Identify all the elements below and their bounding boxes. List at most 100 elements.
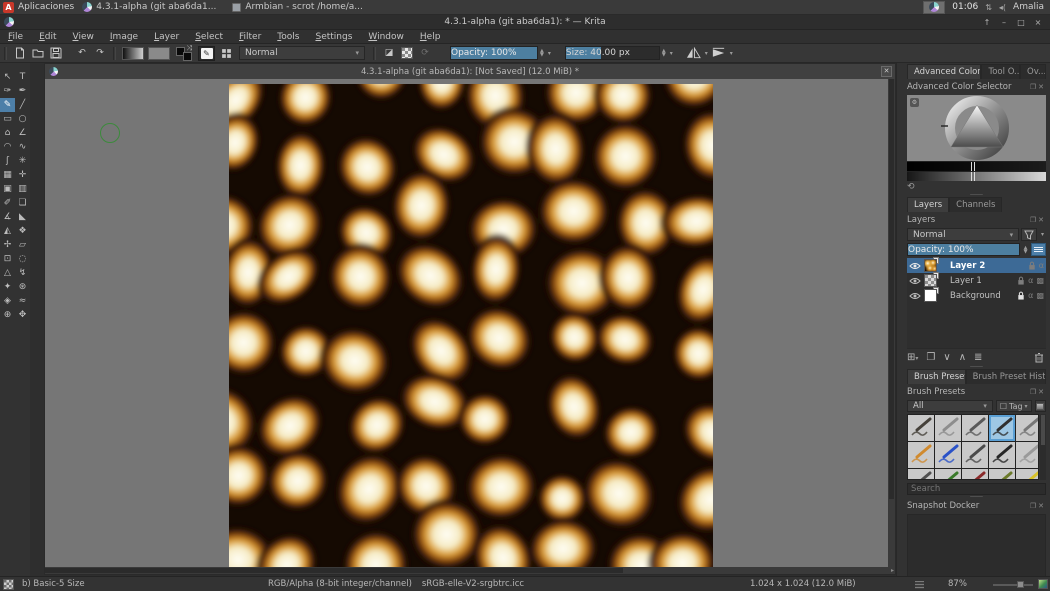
edit-brush-settings-button[interactable]: ✎ <box>198 46 215 61</box>
tool-polygon[interactable]: ⌂ <box>0 126 15 140</box>
toolbar-grip[interactable] <box>373 47 376 60</box>
tool-polygon-select[interactable]: △ <box>0 266 15 280</box>
tool-enclose-fill[interactable]: ◭ <box>0 224 15 238</box>
tool-transform[interactable]: ▦ <box>0 168 15 182</box>
tool-measure[interactable]: ∡ <box>0 210 15 224</box>
menu-item-layer[interactable]: Layer <box>146 30 187 44</box>
brush-preset-thumbnail[interactable] <box>989 469 1015 480</box>
user-name[interactable]: Amalia <box>1013 2 1044 12</box>
brush-preset-thumbnail[interactable] <box>962 442 988 468</box>
tool-ellipse-select[interactable]: ◌ <box>15 252 30 266</box>
tab-layers[interactable]: Layers <box>907 197 949 212</box>
alpha-lock-icon[interactable]: α <box>1039 261 1044 270</box>
hscroll-handle[interactable] <box>45 568 623 573</box>
statusbar-corner-icon[interactable] <box>1038 579 1048 589</box>
canvas-image[interactable] <box>229 84 713 567</box>
float-docker-icon[interactable]: ❐ <box>1030 502 1038 510</box>
layer-opacity-slider[interactable]: Opacity: 100% <box>907 243 1020 256</box>
tab-tool-options[interactable]: Tool O... <box>981 64 1020 79</box>
value-strip[interactable] <box>907 171 1046 181</box>
tool-calligraphy[interactable]: ✒ <box>15 84 30 98</box>
chevron-down-icon[interactable]: ▾ <box>730 50 733 57</box>
maximize-button[interactable]: □ <box>1015 17 1027 28</box>
tab-brush-presets[interactable]: Brush Presets <box>907 369 966 384</box>
lock-icon[interactable] <box>1017 276 1025 285</box>
display-mode-button[interactable] <box>1035 400 1046 412</box>
float-docker-icon[interactable]: ❐ <box>1030 83 1038 91</box>
applications-menu[interactable]: Aplicaciones <box>18 2 74 12</box>
tool-ellipse[interactable]: ○ <box>15 112 30 126</box>
tool-text[interactable]: T <box>15 70 30 84</box>
docker-splitter[interactable]: ⸺ <box>907 495 1046 498</box>
horizontal-scrollbar[interactable]: ▸ <box>45 567 895 574</box>
tool-edit-shapes[interactable]: ✑ <box>0 84 15 98</box>
chevron-down-icon[interactable]: ▾ <box>705 50 708 57</box>
add-layer-button[interactable]: ⊞▾ <box>907 352 918 363</box>
tool-multibrush[interactable]: ✳ <box>15 154 30 168</box>
menu-item-help[interactable]: Help <box>412 30 449 44</box>
menu-item-settings[interactable]: Settings <box>307 30 360 44</box>
undo-button[interactable]: ↶ <box>73 45 91 61</box>
tool-select-shapes[interactable]: ↖ <box>0 70 15 84</box>
menu-item-file[interactable]: File <box>0 30 31 44</box>
zoom-slider[interactable] <box>993 584 1033 586</box>
alpha-lock-icon[interactable]: α <box>1028 276 1033 285</box>
tool-color-sampler[interactable]: ✐ <box>0 196 15 210</box>
brush-preset-thumbnail[interactable] <box>935 442 961 468</box>
opacity-slider[interactable]: Opacity: 100% <box>450 46 538 60</box>
layer-styles-icon[interactable]: ▩ <box>1036 276 1044 285</box>
tab-channels[interactable]: Channels <box>949 197 1002 212</box>
tag-button[interactable]: ☐ Tag ▾ <box>996 400 1032 412</box>
tool-pan[interactable]: ✥ <box>15 308 30 322</box>
tool-dynamic-brush[interactable]: ʃ <box>0 154 15 168</box>
tool-freehand-brush[interactable]: ✎ <box>0 98 15 112</box>
tab-overview[interactable]: Ov... <box>1020 64 1046 79</box>
brush-preset-thumbnail[interactable] <box>1016 442 1039 468</box>
size-slider[interactable]: Size: 40.00 px <box>565 46 660 60</box>
layer-row-layer2[interactable]: Layer 2 α <box>907 258 1046 273</box>
gradient-chooser-button[interactable] <box>122 47 144 60</box>
toolbar-grip[interactable] <box>4 47 7 60</box>
brush-preset-thumbnail[interactable] <box>908 469 934 480</box>
menu-item-select[interactable]: Select <box>187 30 231 44</box>
canvas-viewport[interactable] <box>45 79 895 567</box>
tool-rectangle[interactable]: ▭ <box>0 112 15 126</box>
lock-icon[interactable] <box>1017 291 1025 300</box>
close-button[interactable]: × <box>1032 17 1044 28</box>
eraser-mode-button[interactable]: ◪ <box>380 45 398 61</box>
tool-fill[interactable]: ◣ <box>15 210 30 224</box>
visibility-eye-icon[interactable] <box>909 277 921 285</box>
size-spinner[interactable]: ▲▼ <box>662 49 666 57</box>
layer-thumbnail[interactable] <box>924 259 937 272</box>
layer-thumbnail[interactable] <box>924 289 937 302</box>
tool-freehand-select[interactable]: ↯ <box>15 266 30 280</box>
fg-bg-colors-button[interactable]: ⤨ <box>176 46 192 61</box>
tool-magnetic-select[interactable]: ≈ <box>15 294 30 308</box>
tool-assistants[interactable]: ✢ <box>0 238 15 252</box>
redo-button[interactable]: ↷ <box>91 45 109 61</box>
brush-preset-thumbnail[interactable] <box>989 415 1015 441</box>
chevron-down-icon[interactable]: ▾ <box>1041 231 1044 238</box>
reload-preset-button[interactable]: ⟳ <box>416 45 434 61</box>
zoom-slider-knob[interactable] <box>1017 581 1024 588</box>
layer-opacity-spinner[interactable]: ▲▼ <box>1024 246 1028 254</box>
updown-chevron-icon[interactable]: ⇅ <box>985 3 992 12</box>
visibility-eye-icon[interactable] <box>909 292 921 300</box>
tool-pattern-edit[interactable]: ❏ <box>15 196 30 210</box>
tool-reference-images[interactable]: ▱ <box>15 238 30 252</box>
pattern-chooser-button[interactable] <box>148 47 170 60</box>
visibility-eye-icon[interactable] <box>909 262 921 270</box>
brush-preset-thumbnail[interactable] <box>908 442 934 468</box>
horizontal-mirror-button[interactable] <box>685 45 703 61</box>
close-docker-icon[interactable]: ✕ <box>1038 83 1046 91</box>
preserve-alpha-button[interactable] <box>398 45 416 61</box>
hue-strip[interactable] <box>907 161 1046 171</box>
docker-splitter[interactable]: ⸺ <box>907 193 1046 196</box>
alpha-lock-icon[interactable]: α <box>1028 291 1033 300</box>
layer-row-layer1[interactable]: Layer 1 α ▩ <box>907 273 1046 288</box>
delete-layer-button[interactable] <box>1034 352 1044 363</box>
menu-item-edit[interactable]: Edit <box>31 30 64 44</box>
layer-row-background[interactable]: Background α ▩ <box>907 288 1046 303</box>
layer-blending-mode-combo[interactable]: Normal ▾ <box>907 228 1019 241</box>
color-history-icon[interactable]: ⟲ <box>907 182 915 192</box>
